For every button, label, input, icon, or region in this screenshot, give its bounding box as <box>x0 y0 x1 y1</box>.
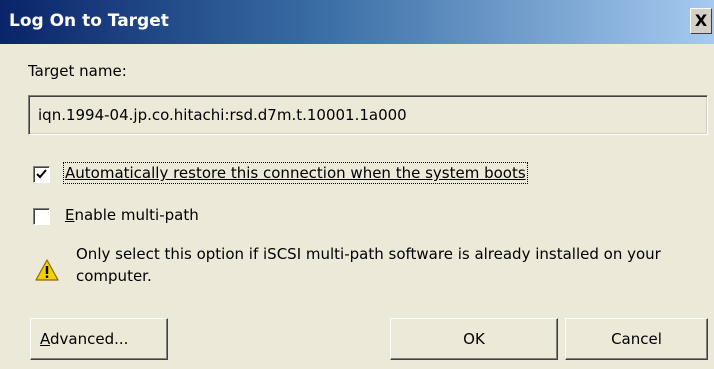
multipath-label[interactable]: Enable multi-path <box>65 206 199 224</box>
title-bar[interactable]: Log On to Target X <box>0 0 714 44</box>
target-name-field[interactable]: iqn.1994-04.jp.co.hitachi:rsd.d7m.t.1000… <box>28 95 708 135</box>
auto-restore-checkbox[interactable] <box>33 166 50 183</box>
warning-text: Only select this option if iSCSI multi-p… <box>76 245 661 285</box>
auto-restore-label[interactable]: Automatically restore this connection wh… <box>63 162 528 184</box>
close-button[interactable]: X <box>690 8 712 34</box>
ok-button[interactable]: OK <box>390 318 558 360</box>
multipath-checkbox[interactable] <box>33 208 50 225</box>
close-icon: X <box>694 11 708 30</box>
cancel-button[interactable]: Cancel <box>565 318 708 360</box>
window-title: Log On to Target <box>9 11 169 31</box>
checkmark-icon <box>36 169 47 179</box>
warning-icon <box>35 259 59 281</box>
advanced-button[interactable]: Advanced... <box>30 318 168 360</box>
target-name-label: Target name: <box>28 62 127 80</box>
